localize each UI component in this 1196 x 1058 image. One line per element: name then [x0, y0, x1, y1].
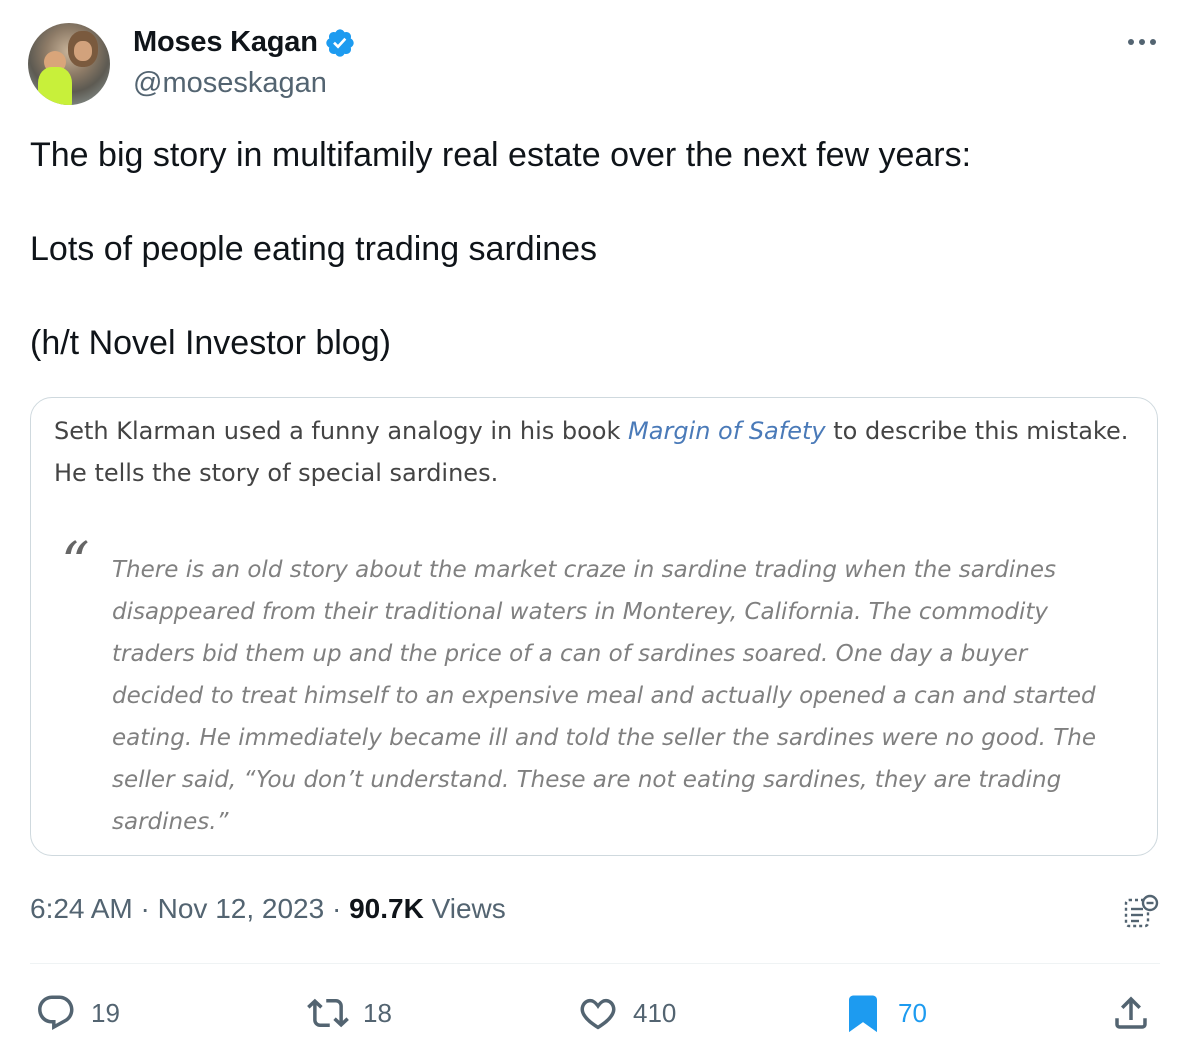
- retweet-icon: [307, 998, 349, 1028]
- media-intro-text: Seth Klarman used a funny analogy in his…: [54, 410, 1144, 494]
- tweet-line: The big story in multifamily real estate…: [30, 136, 972, 174]
- author-handle[interactable]: @moseskagan: [133, 67, 327, 100]
- display-name[interactable]: Moses Kagan: [133, 26, 318, 59]
- reply-icon: [38, 995, 74, 1030]
- views-label: Views: [423, 893, 506, 924]
- like-count: 410: [633, 997, 677, 1028]
- intro-text-start: Seth Klarman used a funny analogy in his…: [54, 417, 629, 445]
- more-dot: [1150, 39, 1156, 45]
- retweet-count: 18: [363, 997, 392, 1028]
- meta-separator: ·: [324, 893, 350, 924]
- share-icon: [1115, 996, 1147, 1029]
- more-dot: [1139, 39, 1145, 45]
- bookmark-count: 70: [898, 997, 927, 1028]
- share-button[interactable]: [1110, 990, 1152, 1036]
- media-quote-text: There is an old story about the market c…: [112, 557, 1097, 835]
- action-bar: 19 18 410 70: [30, 990, 1160, 1036]
- reply-count: 19: [91, 997, 120, 1028]
- media-image[interactable]: Seth Klarman used a funny analogy in his…: [30, 397, 1158, 856]
- tweet-date[interactable]: Nov 12, 2023: [158, 893, 325, 925]
- tweet-line: (h/t Novel Investor blog): [30, 324, 391, 362]
- tweet-text: The big story in multifamily real estate…: [30, 132, 1160, 367]
- meta-separator: ·: [132, 893, 158, 924]
- tweet-meta: 6:24 AM · Nov 12, 2023 · 90.7K Views: [30, 893, 506, 925]
- divider: [30, 963, 1160, 964]
- like-icon: [580, 998, 616, 1030]
- bookmark-icon: [849, 995, 877, 1033]
- bookmark-button[interactable]: 70: [842, 990, 927, 1036]
- avatar-face-man: [74, 41, 92, 61]
- more-dot: [1128, 39, 1134, 45]
- tweet-line: Lots of people eating trading sardines: [30, 230, 598, 268]
- avatar-figure-child: [38, 67, 72, 105]
- views-count: 90.7K: [349, 893, 424, 924]
- analytics-icon[interactable]: [1122, 892, 1162, 932]
- tweet-time[interactable]: 6:24 AM: [30, 893, 133, 925]
- book-title-link: Margin of Safety: [628, 417, 826, 445]
- author-name-row[interactable]: Moses Kagan: [133, 26, 356, 59]
- reply-button[interactable]: 19: [35, 990, 120, 1036]
- more-options-icon[interactable]: [1124, 30, 1160, 54]
- retweet-button[interactable]: 18: [307, 990, 392, 1036]
- verified-badge-icon: [326, 28, 354, 57]
- like-button[interactable]: 410: [577, 990, 676, 1036]
- quote-mark-icon: “: [61, 531, 90, 596]
- avatar[interactable]: [28, 23, 110, 105]
